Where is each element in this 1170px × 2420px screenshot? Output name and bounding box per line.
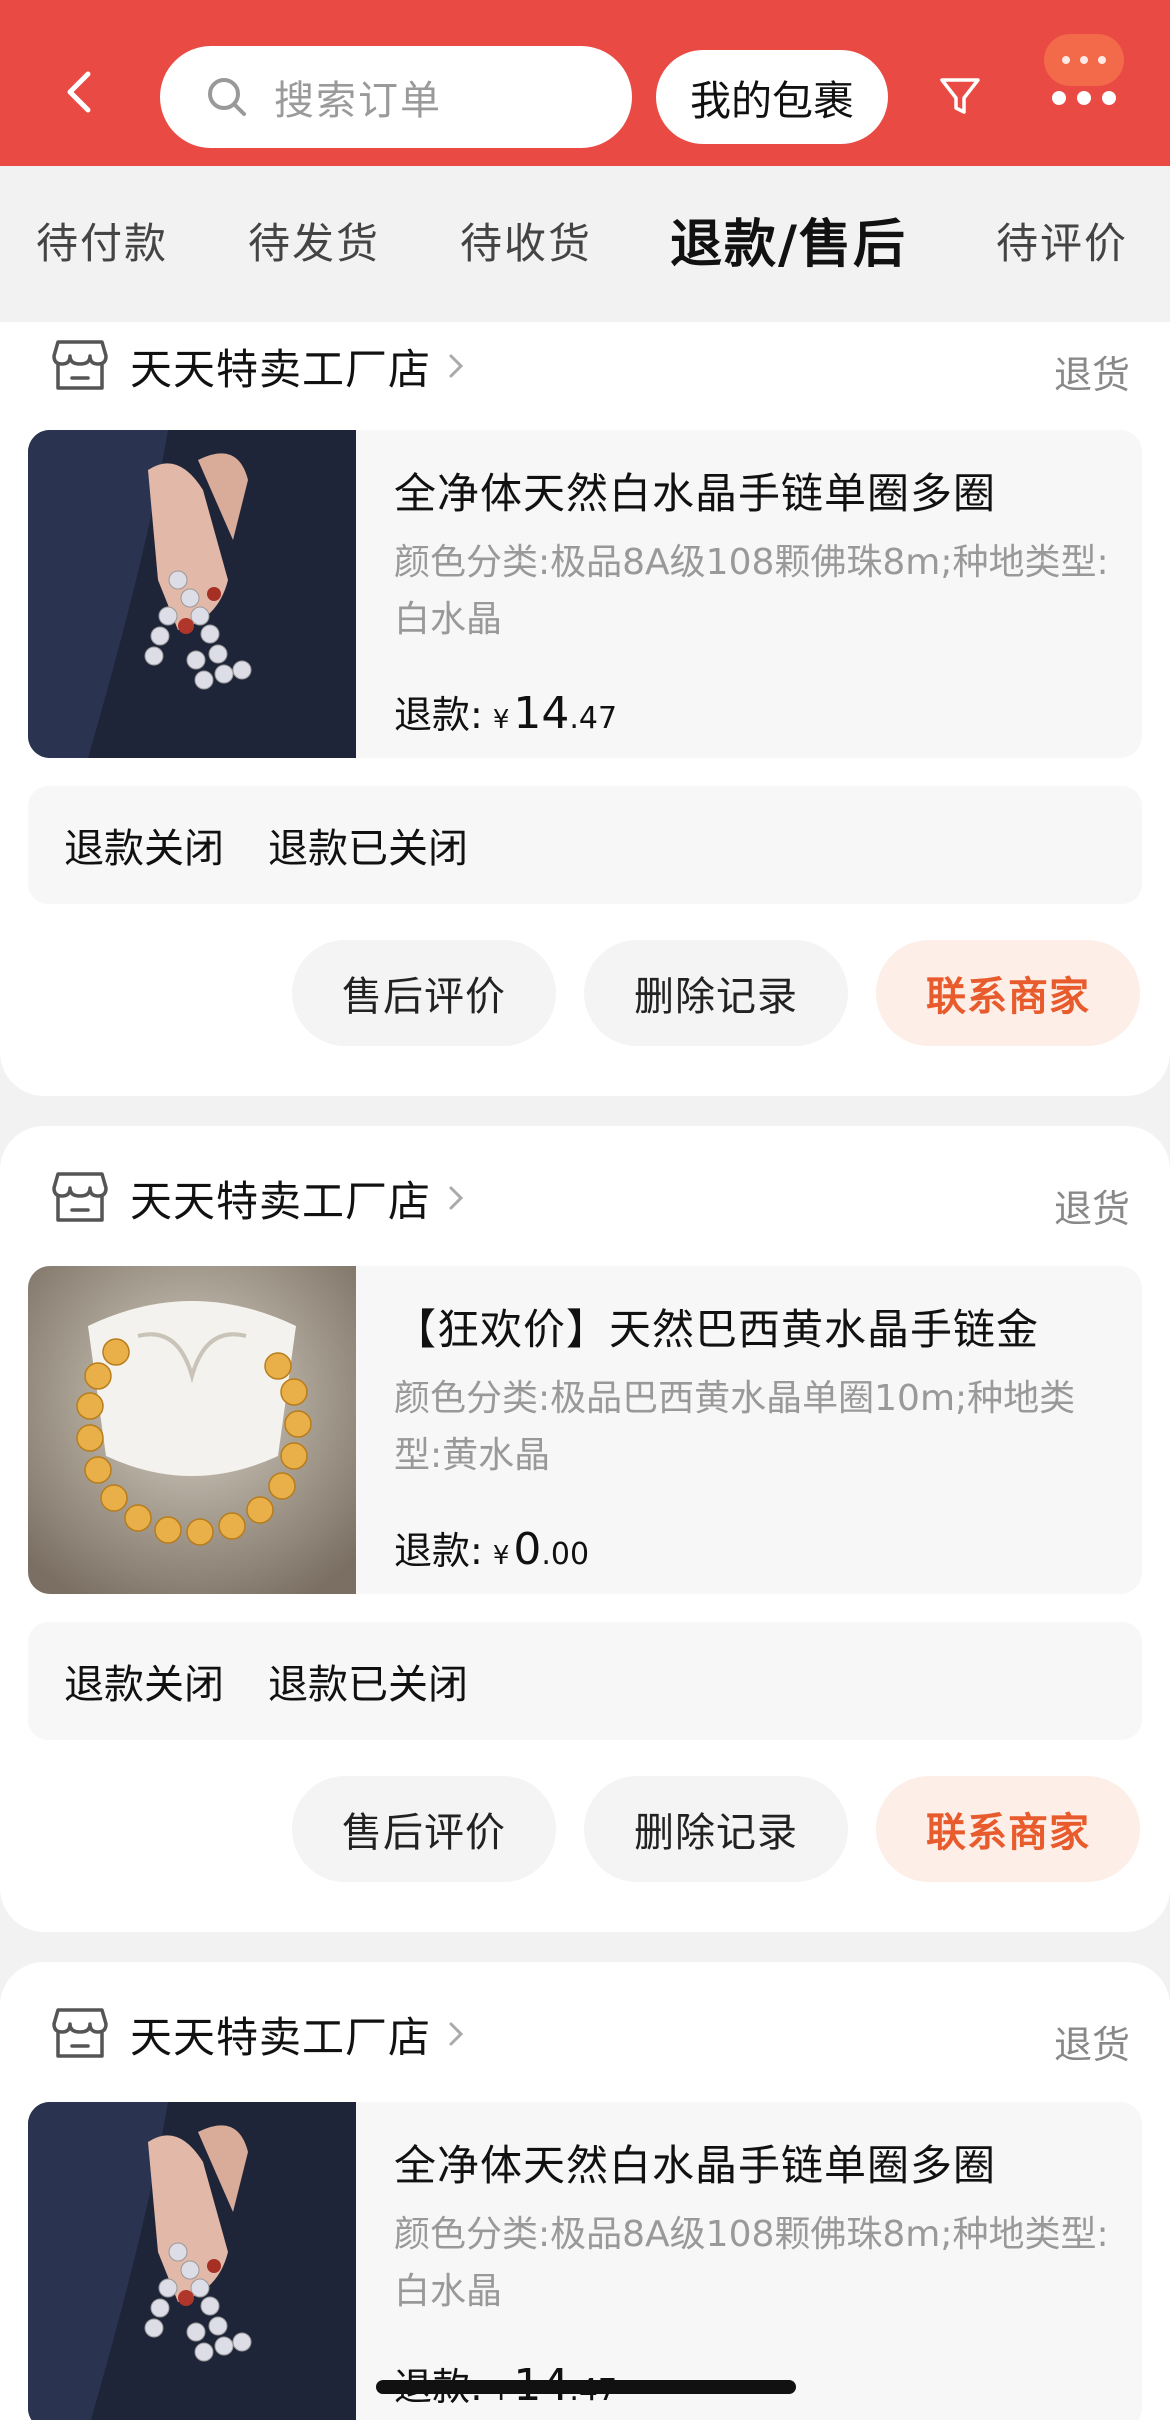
order-status: 退货 (1053, 353, 1130, 397)
chevron-right-icon (449, 354, 464, 378)
shop-name: 天天特卖工厂店 (130, 1176, 432, 1226)
product-spec: 颜色分类:极品巴西黄水晶单圈10m;种地类型:黄水晶 (394, 1378, 1076, 1476)
product-title: 全净体天然白水晶手链单圈多圈 (394, 469, 997, 518)
shop-link[interactable]: 天天特卖工厂店 (50, 2004, 467, 2064)
product-image (28, 2102, 356, 2420)
message-bubble-icon (1044, 34, 1124, 86)
refund-state: 退款关闭 (64, 1662, 224, 1708)
contact-seller-button[interactable]: 联系商家 (876, 1776, 1140, 1882)
contact-seller-button[interactable]: 联系商家 (876, 940, 1140, 1046)
store-icon (52, 1172, 108, 1222)
currency-symbol: ¥ (492, 705, 510, 735)
product-image (28, 430, 356, 758)
filter-button[interactable] (930, 66, 990, 126)
aftersale-review-button[interactable]: 售后评价 (292, 1776, 556, 1882)
refund-label: 退款: (394, 693, 483, 737)
filter-icon (940, 78, 980, 114)
tab-refund-aftersale[interactable]: 退款/售后 (670, 202, 907, 277)
order-status: 退货 (1053, 1187, 1130, 1231)
search-icon (208, 78, 246, 116)
amount-integer: 14 (513, 688, 570, 739)
product-spec: 颜色分类:极品8A级108颗佛珠8m;种地类型:白水晶 (394, 542, 1109, 640)
amount-integer: 0 (513, 1524, 542, 1575)
product-title: 全净体天然白水晶手链单圈多圈 (394, 2141, 997, 2190)
refund-amount: 退款: ¥ 14 .47 (394, 684, 617, 739)
tab-pending-review[interactable]: 待评价 (996, 210, 1128, 271)
my-parcel-button[interactable]: 我的包裹 (656, 50, 888, 144)
chevron-right-icon (449, 2022, 464, 2046)
order-tabs: 待付款 待发货 待收货 退款/售后 待评价 (0, 166, 1170, 322)
tab-pending-shipment[interactable]: 待发货 (248, 210, 380, 271)
amount-decimal: .00 (541, 1537, 590, 1572)
home-indicator[interactable] (376, 2380, 796, 2394)
refund-detail: 退款已关闭 (268, 1662, 468, 1708)
store-icon (52, 2008, 108, 2058)
order-card: 天天特卖工厂店 退货 【狂欢价】天然巴西黄水晶手链金 颜色分类:极品巴西黄水晶单… (0, 1126, 1170, 1932)
shop-name: 天天特卖工厂店 (130, 344, 432, 394)
order-card: 天天特卖工厂店 退货 全净体天然白水晶手链单圈多圈 颜色分类:极品8A级108颗… (0, 322, 1170, 1096)
order-status: 退货 (1053, 2023, 1130, 2067)
refund-label: 退款: (394, 1529, 483, 1573)
refund-amount: 退款: ¥ 0 .00 (394, 1520, 589, 1575)
product-title: 【狂欢价】天然巴西黄水晶手链金 (394, 1305, 1040, 1354)
chevron-left-icon (67, 71, 91, 113)
product-spec: 颜色分类:极品8A级108颗佛珠8m;种地类型:白水晶 (394, 2214, 1109, 2312)
aftersale-review-button[interactable]: 售后评价 (292, 940, 556, 1046)
delete-record-button[interactable]: 删除记录 (584, 1776, 848, 1882)
shop-name: 天天特卖工厂店 (130, 2012, 432, 2062)
refund-status-box[interactable]: 退款关闭 退款已关闭 (28, 1622, 1142, 1740)
chevron-right-icon (449, 1186, 464, 1210)
product-item[interactable]: 【狂欢价】天然巴西黄水晶手链金 颜色分类:极品巴西黄水晶单圈10m;种地类型:黄… (28, 1266, 1142, 1594)
currency-symbol: ¥ (492, 1541, 510, 1571)
shop-link[interactable]: 天天特卖工厂店 (50, 336, 467, 396)
more-menu-button[interactable] (1040, 30, 1130, 120)
product-image (28, 1266, 356, 1594)
shop-link[interactable]: 天天特卖工厂店 (50, 1168, 467, 1228)
refund-state: 退款关闭 (64, 826, 224, 872)
delete-record-button[interactable]: 删除记录 (584, 940, 848, 1046)
search-placeholder: 搜索订单 (274, 78, 442, 124)
tab-pending-receipt[interactable]: 待收货 (460, 210, 592, 271)
more-dots-icon (1052, 90, 1116, 106)
refund-detail: 退款已关闭 (268, 826, 468, 872)
order-card: 天天特卖工厂店 退货 全净体天然白水晶手链单圈多圈 颜色分类:极品8A级108颗… (0, 1962, 1170, 2420)
amount-decimal: .47 (569, 701, 618, 736)
store-icon (52, 340, 108, 390)
top-header: 搜索订单 我的包裹 (0, 0, 1170, 166)
tab-pending-payment[interactable]: 待付款 (36, 210, 168, 271)
search-input[interactable]: 搜索订单 (160, 46, 632, 148)
product-item[interactable]: 全净体天然白水晶手链单圈多圈 颜色分类:极品8A级108颗佛珠8m;种地类型:白… (28, 430, 1142, 758)
product-item[interactable]: 全净体天然白水晶手链单圈多圈 颜色分类:极品8A级108颗佛珠8m;种地类型:白… (28, 2102, 1142, 2420)
back-button[interactable] (50, 62, 110, 122)
refund-status-box[interactable]: 退款关闭 退款已关闭 (28, 786, 1142, 904)
